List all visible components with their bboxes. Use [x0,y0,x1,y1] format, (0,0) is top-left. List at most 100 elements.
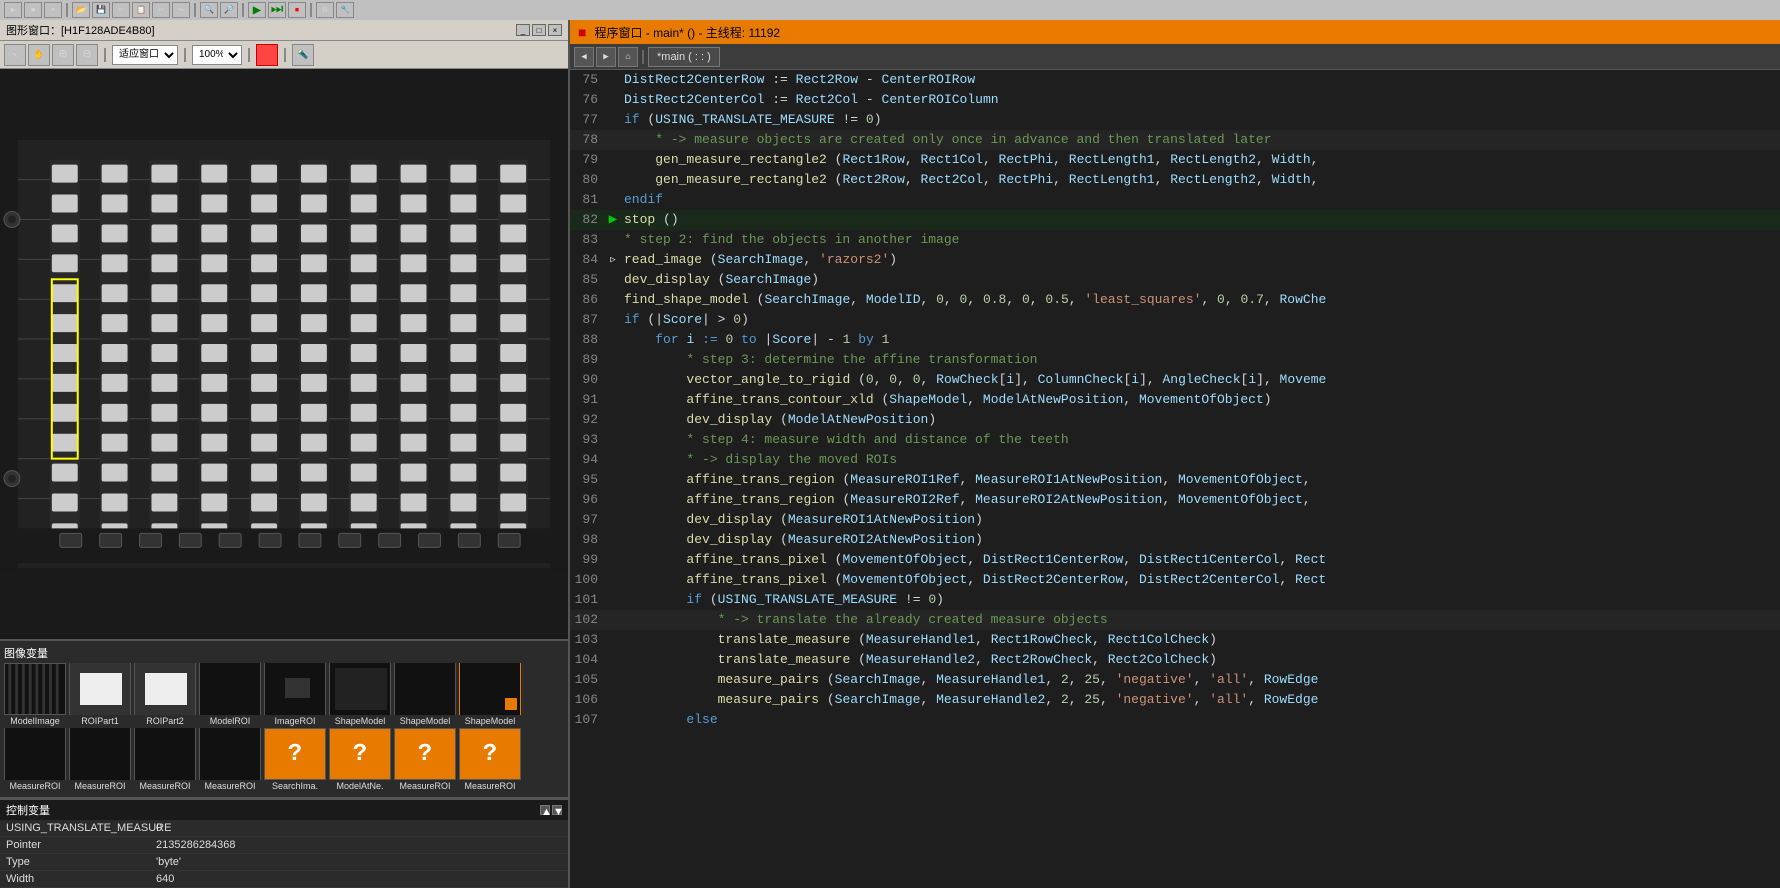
thumb-img-measureroi3 [134,728,196,780]
line-content-105: measure_pairs (SearchImage, MeasureHandl… [620,670,1780,690]
thumb-label-modelatne: ModelAtNe. [336,781,383,791]
thumb-img-shapemodel1 [329,663,391,715]
right-title-text: 程序窗口 - main* () - 主线程: 11192 [594,24,780,41]
line-num-97: 97 [570,510,606,530]
toolbar-icon-redo[interactable]: ↪ [172,2,190,18]
line-num-78: 78 [570,130,606,150]
line-content-91: affine_trans_contour_xld (ShapeModel, Mo… [620,390,1780,410]
thumb-item-measureroi6[interactable]: ? MeasureROI [459,728,521,791]
toolbar-icon-stop[interactable]: ⏹ [288,2,306,18]
left-sep-2 [184,48,186,62]
toolbar-icon-undo[interactable]: ↩ [152,2,170,18]
line-content-103: translate_measure (MeasureHandle1, Rect1… [620,630,1780,650]
thumb-item-roipart1[interactable]: ROIPart1 [69,663,131,726]
close-button[interactable]: × [548,24,562,36]
thumb-item-shapemodel3[interactable]: ShapeModel [459,663,521,726]
forward-button[interactable]: ▶ [596,47,616,67]
line-num-84: 84 [570,250,606,270]
line-num-82: 82 [570,210,606,230]
toolbar-icon-settings[interactable]: ⚙ [316,2,334,18]
code-line-95: 95 affine_trans_region (MeasureROI1Ref, … [570,470,1780,490]
thumb-label-measureroi4: MeasureROI [204,781,255,791]
thumb-item-imageroi[interactable]: ImageROI [264,663,326,726]
line-num-80: 80 [570,170,606,190]
thumb-item-shapemodel2[interactable]: ShapeModel [394,663,456,726]
hand-tool[interactable]: ✋ [28,44,50,66]
zoom-in-tool[interactable]: ⊕ [52,44,74,66]
indicator-84: ▷ [606,250,620,270]
line-num-88: 88 [570,330,606,350]
thumb-item-roipart2[interactable]: ROIPart2 [134,663,196,726]
code-line-107: 107 else [570,710,1780,730]
code-breadcrumb[interactable]: *main ( : : ) [648,47,720,67]
line-num-83: 83 [570,230,606,250]
line-content-87: if (|Score| > 0) [620,310,1780,330]
thumb-img-measureroi4 [199,728,261,780]
code-editor[interactable]: 75 DistRect2CenterRow := Rect2Row - Cent… [570,70,1780,888]
minimize-button[interactable]: _ [516,24,530,36]
toolbar-icon-1[interactable]: ▶ [4,2,22,18]
var-name-type: Type [0,854,150,870]
thumb-item-shapemodel1[interactable]: ShapeModel [329,663,391,726]
var-row-type[interactable]: Type 'byte' [0,854,568,871]
toolbar-icon-step[interactable]: ⏭ [268,2,286,18]
line-content-79: gen_measure_rectangle2 (Rect1Row, Rect1C… [620,150,1780,170]
toolbar-icon-zoomout[interactable]: 🔍 [200,2,218,18]
variables-panel: 控制变量 ▲ ▼ USING_TRANSLATE_MEASURE 0 Point… [0,799,568,888]
thumb-item-measureroi5[interactable]: ? MeasureROI [394,728,456,791]
thumb-item-measureroi3[interactable]: MeasureROI [134,728,196,791]
thumb-item-measureroi2[interactable]: MeasureROI [69,728,131,791]
extra-tool[interactable]: 🔦 [292,44,314,66]
var-scroll-up[interactable]: ▲ [540,805,550,815]
line-content-104: translate_measure (MeasureHandle2, Rect2… [620,650,1780,670]
code-line-87: 87 if (|Score| > 0) [570,310,1780,330]
toolbar-icon-copy[interactable]: 📋 [132,2,150,18]
thumb-img-modelatne: ? [329,728,391,780]
thumb-item-measureroi1[interactable]: MeasureROI [4,728,66,791]
toolbar-icon-cut[interactable]: ✂ [112,2,130,18]
thumb-item-modelatne[interactable]: ? ModelAtNe. [329,728,391,791]
toolbar-icon-open[interactable]: 📂 [72,2,90,18]
home-button[interactable]: ⌂ [618,47,638,67]
zoom-percent-dropdown[interactable]: 100% [192,45,242,65]
var-row-width[interactable]: Width 640 [0,871,568,888]
thumb-img-modelroi [199,663,261,715]
var-value-pointer: 2135286284368 [150,837,568,853]
line-content-76: DistRect2CenterCol := Rect2Col - CenterR… [620,90,1780,110]
toolbar-icon-save[interactable]: 💾 [92,2,110,18]
var-row-pointer[interactable]: Pointer 2135286284368 [0,837,568,854]
code-line-96: 96 affine_trans_region (MeasureROI2Ref, … [570,490,1780,510]
var-scroll-down[interactable]: ▼ [552,805,562,815]
code-sep-1 [642,50,644,64]
line-content-100: affine_trans_pixel (MovementOfObject, Di… [620,570,1780,590]
thumb-item-measureroi4[interactable]: MeasureROI [199,728,261,791]
color-tool[interactable] [256,44,278,66]
toolbar-icon-zoomin[interactable]: 🔎 [220,2,238,18]
toolbar-icon-tools[interactable]: 🔧 [336,2,354,18]
thumbnail-row-1: ModelImage ROIPart1 ROIPart2 [4,663,564,726]
toolbar-icon-2[interactable]: ⏹ [24,2,42,18]
thumb-img-searchima: ? [264,728,326,780]
fit-dropdown[interactable]: 适应窗口 [112,45,178,65]
left-sep-4 [284,48,286,62]
var-row-using[interactable]: USING_TRANSLATE_MEASURE 0 [0,820,568,837]
line-num-105: 105 [570,670,606,690]
variables-header: 控制变量 ▲ ▼ [0,800,568,820]
line-content-86: find_shape_model (SearchImage, ModelID, … [620,290,1780,310]
thumb-item-modelimage[interactable]: ModelImage [4,663,66,726]
code-line-102: 102 * -> translate the already created m… [570,610,1780,630]
left-sep-3 [248,48,250,62]
line-content-93: * step 4: measure width and distance of … [620,430,1780,450]
thumb-item-searchima[interactable]: ? SearchIma. [264,728,326,791]
variables-list: USING_TRANSLATE_MEASURE 0 Pointer 213528… [0,820,568,888]
maximize-button[interactable]: □ [532,24,546,36]
toolbar-icon-run[interactable]: ▶ [248,2,266,18]
thumb-img-measureroi5: ? [394,728,456,780]
back-button[interactable]: ◀ [574,47,594,67]
cursor-tool[interactable]: ↖ [4,44,26,66]
right-title-bar: ■ 程序窗口 - main* () - 主线程: 11192 [570,20,1780,44]
zoom-out-tool[interactable]: ⊖ [76,44,98,66]
toolbar-icon-3[interactable]: ⏸ [44,2,62,18]
thumbnail-strip: 图像变量 [0,639,568,799]
thumb-item-modelroi[interactable]: ModelROI [199,663,261,726]
